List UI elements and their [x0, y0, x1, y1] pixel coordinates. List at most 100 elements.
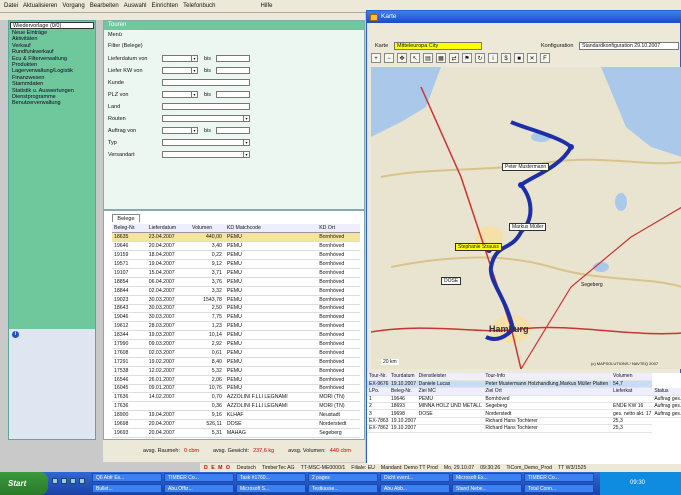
taskbar-button[interactable]: Total Conn... — [524, 484, 594, 493]
sub-row[interactable]: 3 19698 DOSE Norderstedt ges. netto akt. 17 A… — [367, 409, 681, 418]
table-row[interactable]: 19159 18.04.2007 0,22 PEMU Bornhöved — [112, 250, 360, 261]
select-icon[interactable]: ↖ — [410, 53, 420, 63]
table-row[interactable]: 19698 20.04.2007 526,11 DOSE Norderstedt — [112, 419, 360, 429]
filter-field-input[interactable]: ▾ — [162, 91, 198, 98]
taskbar-button[interactable]: Microsoft S... — [236, 484, 306, 493]
menu-datei[interactable]: Datei — [4, 3, 18, 9]
quicklaunch-icon[interactable] — [79, 478, 85, 484]
chevron-down-icon[interactable]: ▾ — [243, 140, 249, 145]
filter-field-input-to[interactable] — [216, 67, 250, 74]
money-icon[interactable]: $ — [501, 53, 511, 63]
quicklaunch-icon[interactable] — [52, 478, 58, 484]
map-select[interactable]: Mitteleuropa City — [394, 42, 482, 50]
table-row[interactable]: 17636 0,36 AZZOLINI F.LLI LEGNAMI MORI (TN) — [112, 401, 360, 412]
filter-field-input[interactable]: ▾ — [162, 115, 250, 122]
table-row[interactable]: 16045 09.01.2007 10,76 PEMU Bornhöved — [112, 384, 360, 394]
table-row[interactable]: 19046 30.03.2007 7,75 PEMU Bornhöved — [112, 312, 360, 323]
menu-telefonbuch[interactable]: Telefonbuch — [183, 3, 215, 9]
info-icon[interactable]: i — [12, 331, 19, 338]
start-button[interactable]: Start — [0, 472, 48, 495]
table-row[interactable]: 19693 20.04.2007 5,31 MAHAG Segeberg — [112, 428, 360, 438]
taskbar-button[interactable]: Abu Abb... — [380, 484, 450, 493]
chevron-down-icon[interactable]: ▾ — [191, 56, 197, 61]
tab-belege[interactable]: Belege — [112, 214, 140, 222]
grid-icon[interactable]: ▦ — [436, 53, 446, 63]
tour-row[interactable]: EX-9676 19.10.2007 Daniele Lucas Peter Must… — [367, 380, 681, 389]
column-header[interactable]: Beleg-Nr. — [112, 224, 147, 234]
filter-field-input[interactable]: ▾ — [162, 67, 198, 74]
taskbar-button[interactable]: Abu.Offiz... — [164, 484, 234, 493]
chevron-down-icon[interactable]: ▾ — [243, 152, 249, 157]
taskbar-button[interactable]: Stand Nebe... — [452, 484, 522, 493]
filter-field-input[interactable]: ▾ — [162, 55, 198, 62]
tour-column-header[interactable]: Tour-Info — [483, 373, 612, 381]
tour-row[interactable]: EX-7862 19.10.2007 Richard Hans Tochterer 2… — [367, 424, 681, 433]
menu-aktualisieren[interactable]: Aktualisieren — [23, 3, 57, 9]
pan-icon[interactable]: ✥ — [397, 53, 407, 63]
chevron-down-icon[interactable]: ▾ — [191, 128, 197, 133]
filter-field-input[interactable] — [162, 103, 250, 110]
sub-column-header[interactable]: LPo. — [367, 387, 389, 396]
taskbar-button[interactable]: Microsoft Ex... — [452, 473, 522, 482]
tour-column-header[interactable]: Dienstleister — [416, 373, 484, 381]
table-row[interactable]: 17291 19.02.2007 8,40 PEMU Bornhöved — [112, 357, 360, 367]
table-row[interactable]: 17990 09.03.2007 2,92 PEMU Bornhöved — [112, 339, 360, 349]
filter-field-input-to[interactable] — [216, 55, 250, 62]
route-map[interactable]: Peter Mustermann Markus Müller Stephanie… — [371, 67, 681, 369]
menu-einrichten[interactable]: Einrichten — [151, 3, 178, 9]
table-row[interactable]: 18854 06.04.2007 3,76 PEMU Bornhöved — [112, 277, 360, 287]
config-select[interactable]: Standardkonfiguration 29.10.2007 — [579, 42, 679, 50]
taskbar-button[interactable]: 2 pages — [308, 473, 378, 482]
sub-row[interactable]: 2 18693 MINNA HOLZ UND METALL Segeberg ENDE … — [367, 402, 681, 411]
route-icon[interactable]: ⇄ — [449, 53, 459, 63]
column-header[interactable]: KD Ort — [317, 224, 360, 234]
tour-column-header[interactable]: Volumen — [611, 373, 653, 381]
table-row[interactable]: 19571 19.04.2007 9,12 PEMU Bornhöved — [112, 259, 360, 269]
table-row[interactable]: 19107 15.04.2007 3,71 PEMU Bornhöved — [112, 268, 360, 278]
filter-field-input[interactable] — [162, 79, 250, 86]
map-label-peter[interactable]: Peter Mustermann — [502, 163, 550, 171]
delete-icon[interactable]: ✕ — [527, 53, 537, 63]
filter-field-input[interactable]: ▾ — [162, 139, 250, 146]
table-row[interactable]: 19646 20.04.2007 3,40 PEMU Bornhöved — [112, 241, 360, 252]
flag-icon[interactable]: ⚑ — [462, 53, 472, 63]
refresh-icon[interactable]: ↻ — [475, 53, 485, 63]
sub-column-header[interactable]: Ziel Ort — [483, 387, 612, 396]
taskbar-button[interactable]: TIMBER Co... — [524, 473, 594, 482]
sub-column-header[interactable]: Status — [652, 387, 681, 396]
column-header[interactable]: Volumen — [189, 224, 225, 234]
chevron-down-icon[interactable]: ▾ — [191, 92, 197, 97]
search-menu-label[interactable]: Menü — [108, 32, 122, 38]
info-map-icon[interactable]: i — [488, 53, 498, 63]
chevron-down-icon[interactable]: ▾ — [191, 68, 197, 73]
sub-row[interactable]: 1 19646 PEMU Bornhöved Auftrag ges. — [367, 395, 681, 404]
menu-auswahl[interactable]: Auswahl — [124, 3, 147, 9]
filter-field-input-to[interactable] — [216, 91, 250, 98]
menu-bearbeiten[interactable]: Bearbeiten — [90, 3, 119, 9]
tour-column-header[interactable]: Tourdatum — [388, 373, 417, 381]
nav-item[interactable]: Benutzerverwaltung — [9, 100, 95, 106]
tour-row[interactable]: EX-7863 19.10.2007 Richard Hans Tochterer 2… — [367, 417, 681, 426]
filter-label[interactable]: Filter (Belege) — [108, 43, 143, 49]
tour-column-header[interactable]: Tour-Nr. — [367, 373, 389, 381]
taskbar-button[interactable]: Dicht event... — [380, 473, 450, 482]
table-row[interactable]: 18643 30.03.2007 2,50 PEMU Bornhöved — [112, 304, 360, 314]
taskbar-button[interactable]: Testkasse... — [308, 484, 378, 493]
table-row[interactable]: 17636 14.02.2007 0,70 AZZOLINI F.LLI LEGNAM… — [112, 392, 360, 403]
taskbar-button[interactable]: TIMBER Co... — [164, 473, 234, 482]
table-row[interactable]: 18344 19.03.2007 10,14 PEMU Bornhöved — [112, 330, 360, 341]
filter-field-input-to[interactable] — [216, 127, 250, 134]
table-row[interactable]: 16546 26.01.2007 2,06 PEMU Bornhöved — [112, 375, 360, 385]
zoom-in-icon[interactable]: + — [371, 53, 381, 63]
stop-icon[interactable]: ■ — [514, 53, 524, 63]
table-row[interactable]: 17538 12.02.2007 5,32 PEMU Bornhöved — [112, 366, 360, 376]
column-header[interactable]: KD Matchcode — [224, 224, 318, 234]
sub-column-header[interactable]: Beleg-Nr. — [388, 387, 417, 396]
table-row[interactable]: 18844 02.04.2007 3,32 PEMU Bornhöved — [112, 286, 360, 296]
table-row[interactable]: 19023 30.03.2007 1543,78 PEMU Bornhöved — [112, 295, 360, 305]
map-label-markus[interactable]: Markus Müller — [509, 223, 547, 231]
nav-selected-item[interactable]: Wiedervorlage (0/0) — [10, 22, 94, 29]
zoom-out-icon[interactable]: − — [384, 53, 394, 63]
print-icon[interactable]: ▤ — [423, 53, 433, 63]
sub-column-header[interactable]: Ziel MC — [416, 387, 484, 396]
